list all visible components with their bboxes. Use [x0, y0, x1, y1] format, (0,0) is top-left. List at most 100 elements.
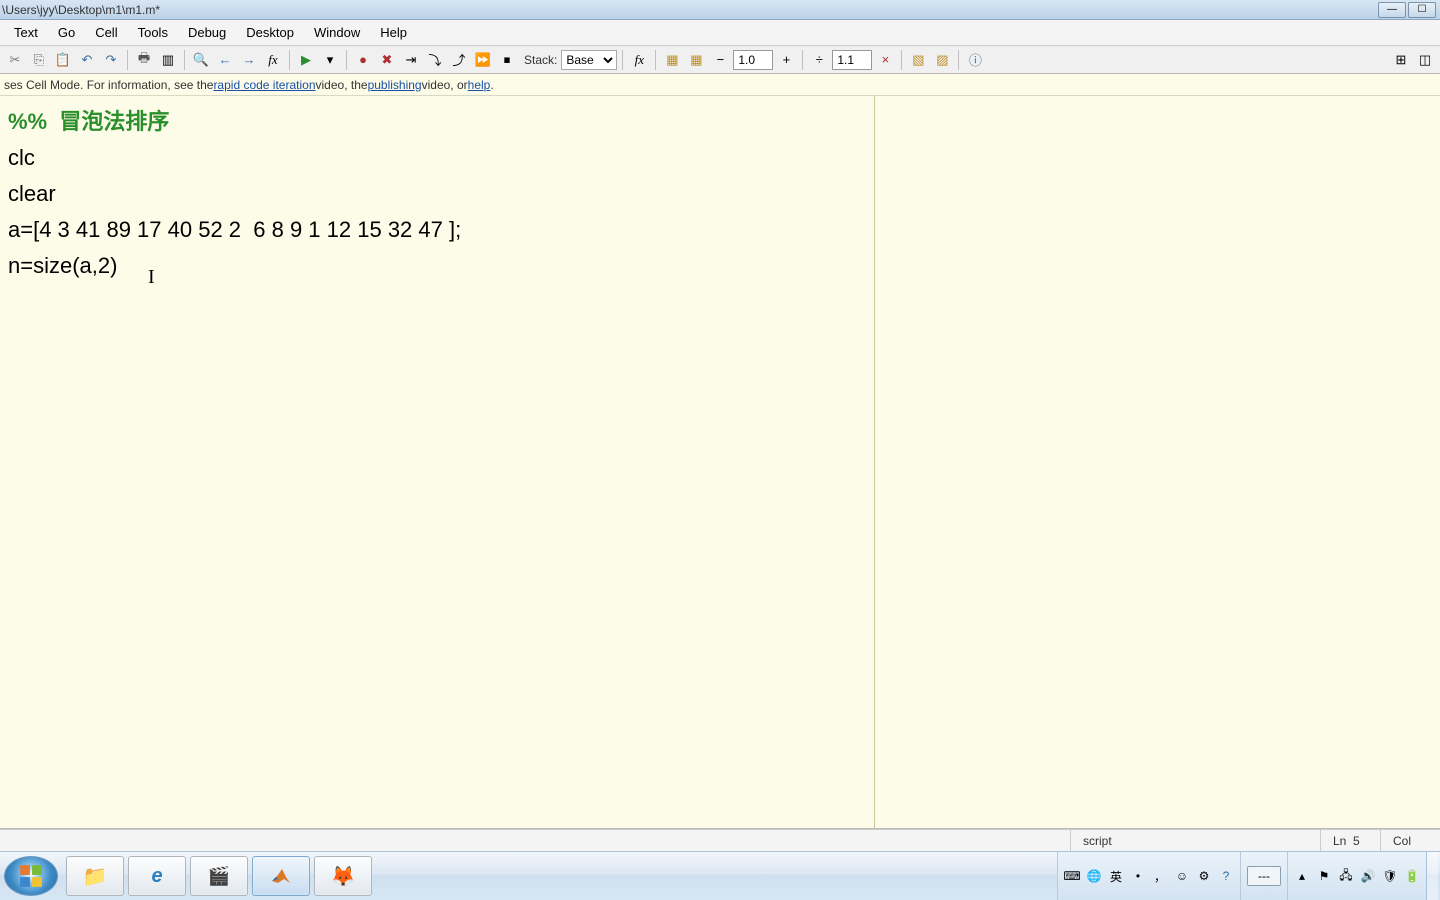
- code-section-title: 冒泡法排序: [47, 109, 169, 134]
- fx-icon[interactable]: fx: [262, 49, 284, 71]
- redo-icon[interactable]: ↷: [100, 49, 122, 71]
- matlab-icon: [268, 863, 294, 889]
- menu-text[interactable]: Text: [4, 22, 48, 43]
- cell-eval-icon[interactable]: ▦: [661, 49, 683, 71]
- back-icon[interactable]: ←: [214, 49, 236, 71]
- window-controls: — ☐: [1378, 2, 1436, 18]
- task-ie[interactable]: e: [128, 856, 186, 896]
- ime-help-icon[interactable]: ?: [1218, 868, 1234, 884]
- multiply-button[interactable]: ×: [874, 49, 896, 71]
- info-text-suffix: .: [490, 78, 493, 92]
- toolbar-separator: [655, 50, 656, 70]
- status-col: Col: [1380, 830, 1440, 852]
- editor-side-pane: [875, 96, 1440, 828]
- divide-button[interactable]: ÷: [808, 49, 830, 71]
- breakpoint-set-icon[interactable]: ●: [352, 49, 374, 71]
- start-button[interactable]: [4, 856, 58, 896]
- paste-icon[interactable]: 📋: [52, 49, 74, 71]
- print-preview-icon[interactable]: ▥: [157, 49, 179, 71]
- run-icon[interactable]: ▶: [295, 49, 317, 71]
- find-icon[interactable]: 🔍: [190, 49, 212, 71]
- breakpoint-clear-icon[interactable]: ✖: [376, 49, 398, 71]
- run-dropdown-icon[interactable]: ▾: [319, 49, 341, 71]
- stack-label: Stack:: [524, 53, 557, 67]
- ime-comma-icon[interactable]: ，: [1152, 868, 1168, 884]
- stack-select[interactable]: Base: [561, 50, 617, 70]
- toolbar-separator: [802, 50, 803, 70]
- undo-icon[interactable]: ↶: [76, 49, 98, 71]
- menu-cell[interactable]: Cell: [85, 22, 127, 43]
- tray-battery-icon[interactable]: 🔋: [1404, 868, 1420, 884]
- language-indicator[interactable]: ---: [1247, 866, 1281, 886]
- code-content[interactable]: %% 冒泡法排序 clc clear a=[4 3 41 89 17 40 52…: [0, 96, 874, 292]
- copy-icon[interactable]: ⎘: [28, 49, 50, 71]
- tray-icons-cluster: ▴ ⚑ 🖧 🔊 🛡 🔋: [1287, 852, 1426, 900]
- print-icon[interactable]: 🖶: [133, 49, 155, 71]
- lang-cluster: ---: [1240, 852, 1287, 900]
- increment-value-1[interactable]: [733, 50, 773, 70]
- status-bar: script Ln 5 Col: [0, 829, 1440, 851]
- forward-icon[interactable]: →: [238, 49, 260, 71]
- status-ln-label: Ln: [1333, 834, 1346, 848]
- status-line: Ln 5: [1320, 830, 1380, 852]
- menu-tools[interactable]: Tools: [128, 22, 178, 43]
- link-rapid-code-iteration[interactable]: rapid code iteration: [213, 78, 315, 92]
- system-tray: ⌨ 🌐 英 • ， ☺ ⚙ ? --- ▴ ⚑ 🖧 🔊 🛡 🔋: [1057, 852, 1440, 900]
- ime-globe-icon[interactable]: 🌐: [1086, 868, 1102, 884]
- toolbar-separator: [901, 50, 902, 70]
- tray-shield-icon[interactable]: 🛡: [1382, 868, 1398, 884]
- show-desktop-button[interactable]: [1426, 852, 1438, 900]
- menu-desktop[interactable]: Desktop: [236, 22, 304, 43]
- link-help[interactable]: help: [468, 78, 491, 92]
- step-icon[interactable]: ⇥: [400, 49, 422, 71]
- step-in-icon[interactable]: ⤵: [424, 49, 446, 71]
- minus-button[interactable]: −: [709, 49, 731, 71]
- insert-fx-icon[interactable]: fx: [628, 49, 650, 71]
- menu-help[interactable]: Help: [370, 22, 417, 43]
- code-line-2: clc: [8, 145, 35, 170]
- cut-icon[interactable]: ✂: [4, 49, 26, 71]
- menu-debug[interactable]: Debug: [178, 22, 236, 43]
- code-line-4: a=[4 3 41 89 17 40 52 2 6 8 9 1 12 15 32…: [8, 217, 461, 242]
- toolbar-right: ⊞ ◫: [1390, 49, 1436, 71]
- ime-dot-icon[interactable]: •: [1130, 868, 1146, 884]
- continue-icon[interactable]: ⏩: [472, 49, 494, 71]
- tray-flag-icon[interactable]: ⚑: [1316, 868, 1332, 884]
- menu-window[interactable]: Window: [304, 22, 370, 43]
- ime-cluster: ⌨ 🌐 英 • ， ☺ ⚙ ?: [1057, 852, 1240, 900]
- step-out-icon[interactable]: ⤴: [448, 49, 470, 71]
- info-icon[interactable]: ⓘ: [964, 49, 986, 71]
- windows-logo-icon: [18, 863, 44, 889]
- editor-main-pane[interactable]: %% 冒泡法排序 clc clear a=[4 3 41 89 17 40 52…: [0, 96, 875, 828]
- tray-volume-icon[interactable]: 🔊: [1360, 868, 1376, 884]
- exit-debug-icon[interactable]: ⏹: [496, 49, 518, 71]
- ime-settings-icon[interactable]: ⚙: [1196, 868, 1212, 884]
- link-publishing[interactable]: publishing: [368, 78, 422, 92]
- maximize-button[interactable]: ☐: [1408, 2, 1436, 18]
- increment-value-2[interactable]: [832, 50, 872, 70]
- task-matlab[interactable]: [252, 856, 310, 896]
- window-titlebar: \Users\jyy\Desktop\m1\m1.m* — ☐: [0, 0, 1440, 20]
- ime-keyboard-icon[interactable]: ⌨: [1064, 868, 1080, 884]
- minimize-button[interactable]: —: [1378, 2, 1406, 18]
- menubar: Text Go Cell Tools Debug Desktop Window …: [0, 20, 1440, 46]
- tray-network-icon[interactable]: 🖧: [1338, 868, 1354, 884]
- cell-highlight-icon[interactable]: ▧: [907, 49, 929, 71]
- media-player-icon: 🎬: [208, 866, 230, 887]
- plus-button[interactable]: +: [775, 49, 797, 71]
- tray-chevron-icon[interactable]: ▴: [1294, 868, 1310, 884]
- ime-lang-text[interactable]: 英: [1108, 868, 1124, 884]
- status-ln-value: 5: [1353, 834, 1360, 848]
- cell-eval-advance-icon[interactable]: ▦: [685, 49, 707, 71]
- tile-icon[interactable]: ⊞: [1390, 49, 1412, 71]
- menu-go[interactable]: Go: [48, 22, 85, 43]
- status-col-label: Col: [1393, 834, 1411, 848]
- task-media[interactable]: 🎬: [190, 856, 248, 896]
- cell-highlight2-icon[interactable]: ▨: [931, 49, 953, 71]
- toolbar-separator: [127, 50, 128, 70]
- task-firefox[interactable]: 🦊: [314, 856, 372, 896]
- task-explorer[interactable]: 📁: [66, 856, 124, 896]
- dock-icon[interactable]: ◫: [1414, 49, 1436, 71]
- ime-emoji-icon[interactable]: ☺: [1174, 868, 1190, 884]
- toolbar-separator: [622, 50, 623, 70]
